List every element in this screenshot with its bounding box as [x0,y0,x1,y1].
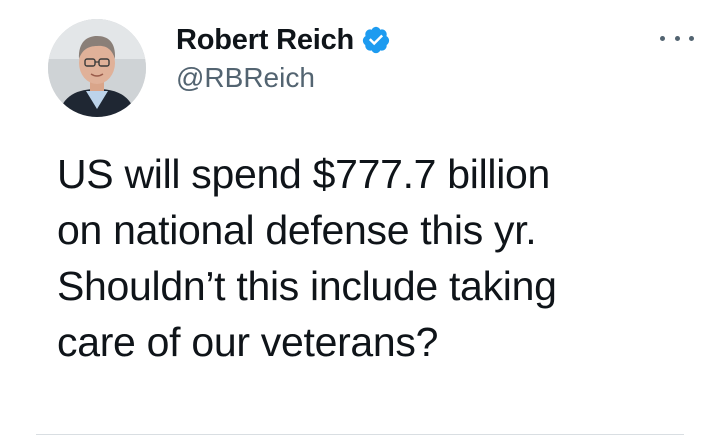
tweet-card: Robert Reich @RBReich US will spend $777… [0,0,720,437]
author-name-row: Robert Reich [176,22,391,58]
verified-badge-icon [361,25,391,55]
author-handle[interactable]: @RBReich [176,60,391,96]
author-display-name[interactable]: Robert Reich [176,22,354,58]
author-identity: Robert Reich @RBReich [176,22,391,96]
author-avatar[interactable] [48,19,146,117]
tweet-header: Robert Reich @RBReich [48,16,688,120]
tweet-text: US will spend $777.7 billion on national… [57,151,557,365]
ellipsis-icon[interactable] [660,28,694,48]
person-avatar-icon [48,19,146,117]
ellipsis-dot [660,35,665,41]
divider [36,434,684,435]
ellipsis-dot [674,35,680,41]
ellipsis-dot [689,35,694,41]
